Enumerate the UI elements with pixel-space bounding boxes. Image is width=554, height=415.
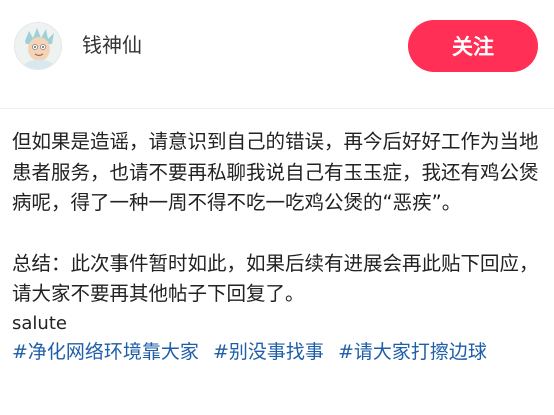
post-summary-paragraph: 总结：此次事件暂时如此，如果后续有进展会再此贴下回应，请大家不要再其他帖子下回复… xyxy=(12,251,539,306)
hashtag-link[interactable]: #别没事找事 xyxy=(213,341,324,363)
salute-text: salute xyxy=(12,312,67,334)
avatar[interactable] xyxy=(14,22,62,70)
hashtag-row: #净化网络环境靠大家 #别没事找事 #请大家打擦边球 xyxy=(12,338,546,367)
post-paragraph: 但如果是造谣，请意识到自己的错误，再今后好好工作为当地患者服务，也请不要再私聊我… xyxy=(12,130,539,214)
hashtag-link[interactable]: #请大家打擦边球 xyxy=(338,341,487,363)
post-header: 钱神仙 关注 xyxy=(0,0,554,90)
avatar-icon xyxy=(15,23,61,69)
post-content: 但如果是造谣，请意识到自己的错误，再今后好好工作为当地患者服务，也请不要再私聊我… xyxy=(12,127,546,367)
hashtag-link[interactable]: #净化网络环境靠大家 xyxy=(12,341,199,363)
username[interactable]: 钱神仙 xyxy=(82,31,142,59)
follow-button[interactable]: 关注 xyxy=(408,20,538,72)
header-divider xyxy=(0,108,554,109)
